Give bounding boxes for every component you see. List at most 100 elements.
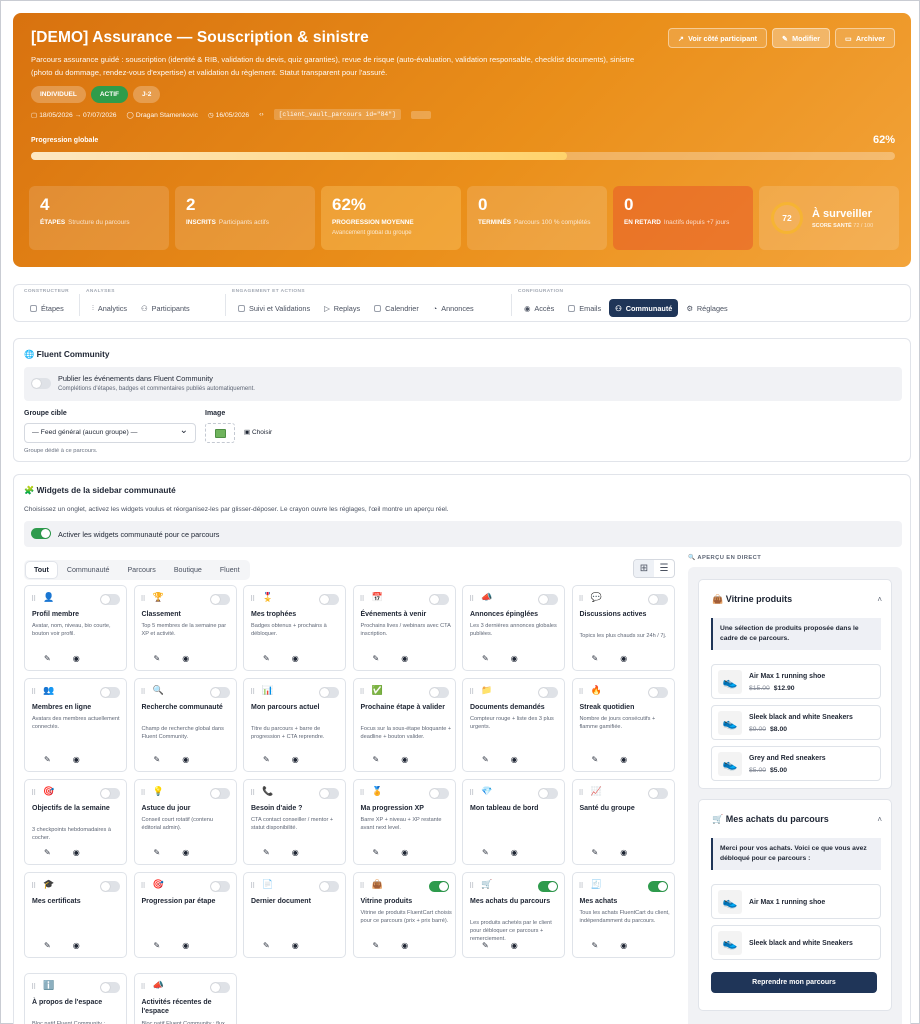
widget-toggle[interactable]: [647, 881, 668, 892]
chevron-up-icon[interactable]: ˄: [877, 815, 882, 824]
shortcode[interactable]: [client_vault_parcours id="84"]: [273, 109, 401, 120]
pencil-icon[interactable]: ✎: [373, 941, 380, 950]
eye-icon[interactable]: ◉: [182, 654, 189, 663]
drag-handle-icon[interactable]: ⠿: [31, 789, 36, 797]
pencil-icon[interactable]: ✎: [44, 755, 51, 764]
pencil-icon[interactable]: ✎: [482, 654, 489, 663]
widget-card[interactable]: ⠿ 🔥 Streak quotidien Nombre de jours conséc…: [571, 678, 675, 772]
eye-icon[interactable]: ◉: [292, 941, 299, 950]
widget-card[interactable]: ⠿ 🎓 Mes certificats ✎ ◉: [24, 872, 127, 958]
eye-icon[interactable]: ◉: [292, 654, 299, 663]
pencil-icon[interactable]: ✎: [154, 848, 161, 857]
drag-handle-icon[interactable]: ⠿: [141, 983, 146, 991]
drag-handle-icon[interactable]: ⠿: [579, 789, 584, 797]
pencil-icon[interactable]: ✎: [263, 755, 270, 764]
tab-community[interactable]: ⚇ Communauté: [609, 299, 679, 317]
list-view-icon[interactable]: ☰: [654, 560, 674, 577]
drag-handle-icon[interactable]: ⠿: [250, 882, 255, 890]
drag-handle-icon[interactable]: ⠿: [469, 595, 474, 603]
drag-handle-icon[interactable]: ⠿: [579, 688, 584, 696]
widget-toggle[interactable]: [538, 788, 558, 799]
drag-handle-icon[interactable]: ⠿: [360, 595, 365, 603]
eye-icon[interactable]: ◉: [401, 941, 408, 950]
widget-card[interactable]: ⠿ 👤 Profil membre Avatar, nom, niveau, bio …: [24, 585, 127, 671]
tab-fluent[interactable]: Fluent: [212, 562, 248, 578]
tab-participants[interactable]: ⚇ Participants: [135, 299, 196, 317]
widget-card[interactable]: ⠿ 👥 Membres en ligne Avatars des membres ac…: [24, 678, 127, 772]
drag-handle-icon[interactable]: ⠿: [579, 595, 584, 603]
eye-icon[interactable]: ◉: [620, 941, 627, 950]
pencil-icon[interactable]: ✎: [373, 654, 380, 663]
pencil-icon[interactable]: ✎: [592, 848, 599, 857]
widget-card[interactable]: ⠿ 🏆 Classement Top 5 membres de la semaine …: [133, 585, 237, 671]
widget-toggle[interactable]: [209, 881, 230, 892]
drag-handle-icon[interactable]: ⠿: [250, 789, 255, 797]
eye-icon[interactable]: ◉: [182, 848, 189, 857]
drag-handle-icon[interactable]: ⠿: [31, 688, 36, 696]
widget-card[interactable]: ⠿ 🎯 Objectifs de la semaine 3 checkpoints h…: [24, 779, 127, 865]
tab-boutique[interactable]: Boutique: [166, 562, 210, 578]
image-preview[interactable]: [205, 423, 235, 443]
widget-card[interactable]: ⠿ 👜 Vitrine produits Vitrine de produits Fl…: [352, 872, 456, 958]
tab-steps[interactable]: Étapes: [24, 299, 70, 317]
publish-events-toggle[interactable]: [31, 378, 51, 389]
eye-icon[interactable]: ◉: [292, 755, 299, 764]
eye-icon[interactable]: ◉: [511, 941, 518, 950]
widget-card[interactable]: ⠿ 📣 Activités récentes de l'espace Bloc nat…: [133, 973, 237, 1024]
pencil-icon[interactable]: ✎: [44, 941, 51, 950]
drag-handle-icon[interactable]: ⠿: [31, 595, 36, 603]
widget-card[interactable]: ⠿ 📣 Annonces épinglées Les 3 dernières anno…: [462, 585, 565, 671]
drag-handle-icon[interactable]: ⠿: [469, 882, 474, 890]
pencil-icon[interactable]: ✎: [373, 755, 380, 764]
widget-toggle[interactable]: [319, 687, 339, 698]
tab-communauté[interactable]: Communauté: [59, 562, 118, 578]
eye-icon[interactable]: ◉: [73, 848, 80, 857]
tab-parcours[interactable]: Parcours: [119, 562, 163, 578]
eye-icon[interactable]: ◉: [620, 848, 627, 857]
eye-icon[interactable]: ◉: [620, 755, 627, 764]
drag-handle-icon[interactable]: ⠿: [31, 983, 36, 991]
widget-card[interactable]: ⠿ 💬 Discussions actives Topics les plus cha…: [571, 585, 675, 671]
eye-icon[interactable]: ◉: [73, 654, 80, 663]
widget-toggle[interactable]: [428, 881, 449, 892]
widget-toggle[interactable]: [538, 687, 558, 698]
widget-card[interactable]: ⠿ 📞 Besoin d'aide ? CTA contact conseiller …: [243, 779, 346, 865]
widget-card[interactable]: ⠿ 🏅 Ma progression XP Barre XP + niveau + X…: [352, 779, 456, 865]
widget-toggle[interactable]: [647, 687, 668, 698]
pencil-icon[interactable]: ✎: [592, 755, 599, 764]
eye-icon[interactable]: ◉: [401, 848, 408, 857]
chevron-up-icon[interactable]: ˄: [877, 595, 882, 604]
eye-icon[interactable]: ◉: [182, 941, 189, 950]
widget-card[interactable]: ⠿ 📁 Documents demandés Compteur rouge + lis…: [462, 678, 565, 772]
drag-handle-icon[interactable]: ⠿: [469, 789, 474, 797]
widget-toggle[interactable]: [100, 687, 120, 698]
tab-access[interactable]: ◉ Accès: [518, 299, 560, 317]
drag-handle-icon[interactable]: ⠿: [469, 688, 474, 696]
pencil-icon[interactable]: ✎: [44, 848, 51, 857]
eye-icon[interactable]: ◉: [73, 941, 80, 950]
enable-widgets-toggle[interactable]: [31, 528, 51, 539]
tab-analytics[interactable]: ⫶ Analytics: [86, 299, 133, 317]
widget-toggle[interactable]: [428, 687, 449, 698]
drag-handle-icon[interactable]: ⠿: [360, 789, 365, 797]
edit-button[interactable]: ✎ Modifier: [772, 28, 831, 48]
target-group-select[interactable]: — Feed général (aucun groupe) —: [24, 423, 196, 443]
eye-icon[interactable]: ◉: [182, 755, 189, 764]
widget-card[interactable]: ⠿ 🛒 Mes achats du parcours Les produits ach…: [462, 872, 565, 958]
eye-icon[interactable]: ◉: [401, 755, 408, 764]
eye-icon[interactable]: ◉: [620, 654, 627, 663]
pencil-icon[interactable]: ✎: [373, 848, 380, 857]
widget-card[interactable]: ⠿ 🎯 Progression par étape ✎ ◉: [133, 872, 237, 958]
widget-toggle[interactable]: [319, 788, 339, 799]
widget-toggle[interactable]: [319, 881, 339, 892]
widget-card[interactable]: ⠿ 🔍 Recherche communauté Champ de recherche…: [133, 678, 237, 772]
view-participant-button[interactable]: ↗ Voir côté participant: [668, 28, 768, 48]
tab-tracking[interactable]: Suivi et Validations: [232, 299, 316, 317]
pencil-icon[interactable]: ✎: [592, 654, 599, 663]
drag-handle-icon[interactable]: ⠿: [250, 595, 255, 603]
eye-icon[interactable]: ◉: [511, 848, 518, 857]
widget-card[interactable]: ⠿ 📈 Santé du groupe ✎ ◉: [571, 779, 675, 865]
pencil-icon[interactable]: ✎: [482, 755, 489, 764]
drag-handle-icon[interactable]: ⠿: [31, 882, 36, 890]
tab-replays[interactable]: ▷ Replays: [318, 299, 366, 317]
